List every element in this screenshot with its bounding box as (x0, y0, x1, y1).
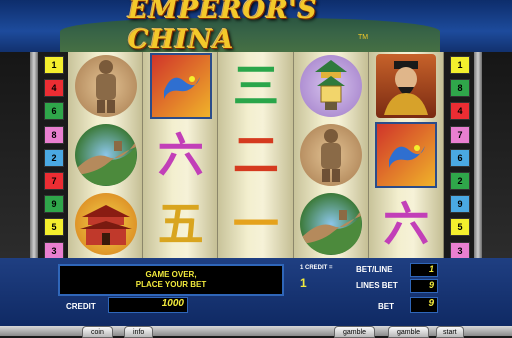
great-wall-symbol (294, 190, 369, 258)
credit-label: CREDIT (66, 302, 96, 311)
temple-symbol (68, 190, 143, 258)
line-indicator-left-7: 7 (44, 171, 64, 190)
lines-bet-value: 9 (410, 279, 438, 293)
line-indicator-left-6: 6 (44, 102, 64, 121)
credit-value: 1000 (108, 297, 188, 313)
left-pole (30, 52, 38, 258)
chinese-five-symbol: 五 (157, 197, 204, 251)
dragon-flag-symbol (143, 52, 218, 120)
left-line-indicators: 1 4 6 8 2 7 9 5 3 (42, 56, 64, 265)
coin-button[interactable]: coin (82, 326, 113, 338)
line-indicator-left-4: 4 (44, 79, 64, 98)
message-line-2: PLACE YOUR BET (135, 280, 207, 289)
coin-value: 1 (300, 276, 307, 290)
info-button[interactable]: info (124, 326, 154, 338)
coin-value-label: 1 CREDIT = (300, 265, 333, 271)
line-indicator-right-2: 2 (450, 171, 470, 190)
bet-line-value: 1 (410, 263, 438, 277)
line-indicator-left-1: 1 (44, 56, 64, 74)
line-indicator-right-5: 5 (450, 218, 470, 237)
emperor-symbol (369, 52, 444, 120)
chinese-one-symbol: 一 (232, 197, 279, 251)
bet-value: 9 (410, 297, 438, 313)
chinese-six-symbol: 六 (157, 128, 204, 182)
dragon-flag-symbol (369, 121, 444, 189)
reel-1 (68, 52, 144, 258)
right-pole (474, 52, 482, 258)
line-indicator-left-2: 2 (44, 148, 64, 167)
right-side-frame (478, 52, 512, 258)
bet-line-label: BET/LINE (356, 265, 393, 274)
line-indicator-right-3: 3 (450, 241, 470, 260)
gamble-button-2[interactable]: gamble (388, 326, 429, 338)
line-indicator-right-8: 8 (450, 79, 470, 98)
great-wall-symbol (68, 121, 143, 189)
chinese-three-symbol: 三 (232, 59, 279, 113)
left-side-frame (0, 52, 34, 258)
start-button[interactable]: start (436, 326, 464, 338)
trademark: TM (358, 34, 369, 41)
line-indicator-left-9: 9 (44, 195, 64, 214)
reel-2: 六五 (143, 52, 219, 258)
line-indicator-right-6: 6 (450, 148, 470, 167)
bet-label: BET (378, 302, 394, 311)
line-indicator-left-8: 8 (44, 125, 64, 144)
reel-5: 六 (368, 52, 444, 258)
pagoda-lantern-symbol (294, 52, 369, 120)
chinese-two-symbol: 二 (232, 128, 279, 182)
line-indicator-right-9: 9 (450, 195, 470, 214)
gamble-button-1[interactable]: gamble (334, 326, 375, 338)
line-indicator-right-4: 4 (450, 102, 470, 121)
message-line-1: GAME OVER, (145, 270, 197, 279)
message-display: GAME OVER, PLACE YOUR BET (58, 264, 284, 296)
reel-area: 六五三二一六 (68, 52, 444, 258)
chinese-six-symbol: 六 (383, 197, 430, 251)
terracotta-warrior-symbol (294, 121, 369, 189)
line-indicator-right-1: 1 (450, 56, 470, 74)
line-indicator-right-7: 7 (450, 125, 470, 144)
game-logo: EMPEROR'S CHINA (128, 0, 318, 55)
line-indicator-left-5: 5 (44, 218, 64, 237)
lines-bet-label: LINES BET (356, 281, 398, 290)
reel-3: 三二一 (218, 52, 294, 258)
line-indicator-left-3: 3 (44, 241, 64, 260)
reel-4 (293, 52, 369, 258)
terracotta-warrior-symbol (68, 52, 143, 120)
right-line-indicators: 1 8 4 7 6 2 9 5 3 (448, 56, 470, 265)
